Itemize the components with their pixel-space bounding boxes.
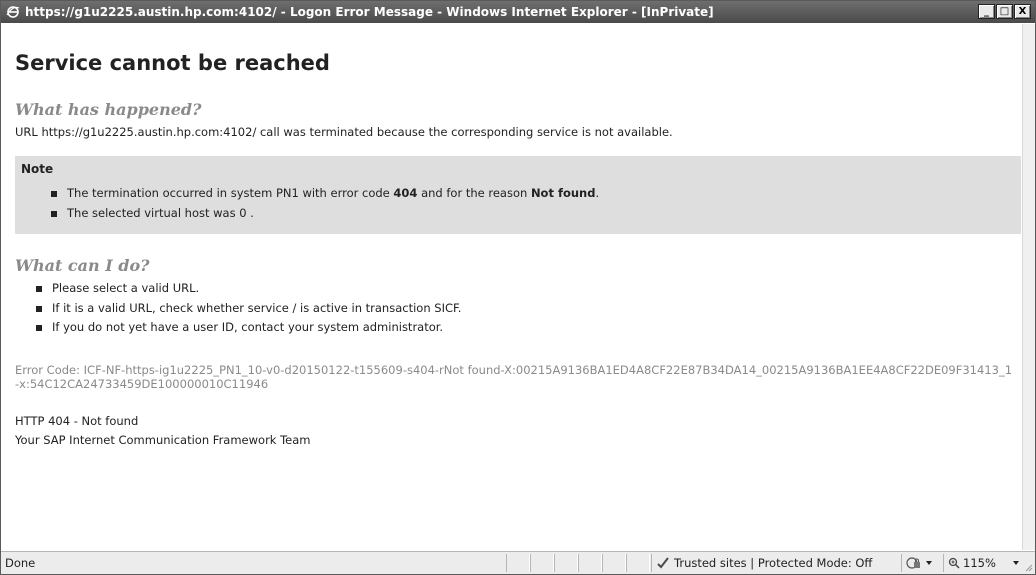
minimize-icon: _ [984, 5, 989, 17]
help-item: If it is a valid URL, check whether serv… [36, 299, 461, 319]
status-pane [578, 554, 602, 572]
chevron-down-icon [1012, 561, 1019, 565]
zoom-icon [948, 557, 960, 569]
security-zone[interactable]: Trusted sites | Protected Mode: Off [651, 554, 899, 572]
status-pane [554, 554, 578, 572]
bullet-icon [36, 325, 42, 331]
bullet-icon [36, 305, 42, 312]
what-can-i-do-heading: What can I do? [15, 256, 150, 275]
status-pane [602, 554, 626, 572]
note-item: The termination occurred in system PN1 w… [51, 184, 599, 204]
signature-text: Your SAP Internet Communication Framewor… [15, 433, 311, 447]
maximize-button[interactable]: □ [996, 4, 1013, 19]
vertical-scrollbar[interactable] [1022, 24, 1035, 550]
minimize-button[interactable]: _ [978, 4, 995, 19]
error-code-value: 404 [393, 186, 418, 200]
note-box: Note The termination occurred in system … [15, 156, 1021, 234]
status-pane [530, 554, 554, 572]
window-title: https://g1u2225.austin.hp.com:4102/ - Lo… [25, 5, 714, 19]
zoom-level: 115% [963, 556, 996, 570]
help-list: Please select a valid URL. If it is a va… [36, 279, 461, 338]
what-happened-text: URL https://g1u2225.austin.hp.com:4102/ … [15, 125, 673, 139]
error-code-text: Error Code: ICF-NF-https-ig1u2225_PN1_10… [15, 363, 1013, 391]
note-title: Note [21, 162, 54, 176]
browser-window: https://g1u2225.austin.hp.com:4102/ - Lo… [0, 0, 1036, 575]
maximize-icon: □ [999, 5, 1010, 17]
page-content: Service cannot be reached What has happe… [6, 24, 1022, 550]
note-item: The selected virtual host was 0 . [51, 204, 599, 224]
resize-grip-icon[interactable] [1023, 562, 1033, 572]
status-pane [626, 554, 650, 572]
status-text: Done [5, 556, 36, 570]
note-list: The termination occurred in system PN1 w… [51, 184, 599, 223]
http-status-text: HTTP 404 - Not found [15, 414, 139, 428]
protected-mode-button[interactable] [901, 554, 941, 572]
bullet-icon [51, 210, 57, 217]
status-panes [506, 554, 650, 572]
help-item: Please select a valid URL. [36, 279, 461, 299]
zone-text: Trusted sites | Protected Mode: Off [674, 556, 873, 570]
check-icon [657, 557, 669, 569]
status-pane [506, 554, 530, 572]
page-title: Service cannot be reached [15, 51, 330, 75]
lock-icon [906, 557, 920, 569]
status-bar: Done Trusted sites | Protected Mode: Off [1, 551, 1035, 574]
error-reason-value: Not found [530, 186, 596, 200]
what-happened-heading: What has happened? [15, 100, 202, 119]
bullet-icon [51, 191, 57, 197]
window-controls: _ □ X [978, 4, 1031, 19]
ie-icon [5, 4, 21, 20]
help-item: If you do not yet have a user ID, contac… [36, 318, 461, 338]
chevron-down-icon [926, 561, 932, 565]
zoom-control[interactable]: 115% [943, 554, 1019, 572]
bullet-icon [36, 286, 42, 292]
title-bar[interactable]: https://g1u2225.austin.hp.com:4102/ - Lo… [1, 1, 1035, 23]
close-icon: X [1018, 5, 1027, 17]
close-button[interactable]: X [1014, 4, 1031, 19]
